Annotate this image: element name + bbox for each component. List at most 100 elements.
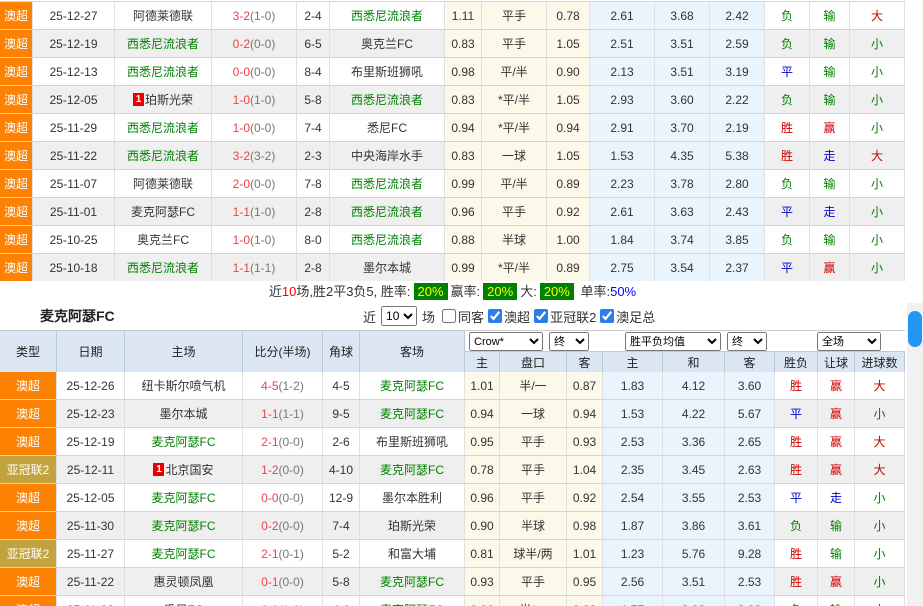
home-team-name: 墨尔本城	[159, 405, 207, 422]
avg-away-odds: 2.42	[710, 2, 765, 29]
filter-controls: 近 10 场 同客澳超亚冠联2澳足总	[363, 302, 655, 330]
avg-home-odds: 2.91	[590, 114, 655, 141]
checkbox-same-away[interactable]	[442, 309, 456, 323]
corner-cell: 2-6	[323, 428, 360, 455]
match-date: 25-11-22	[33, 142, 115, 169]
avg-home-odds: 1.83	[603, 372, 663, 399]
match-date: 25-12-05	[57, 484, 125, 511]
handicap-line: 平手	[482, 2, 547, 29]
handicap-away-odds: 0.92	[547, 198, 590, 225]
avg-draw-odds: 3.51	[655, 58, 710, 85]
home-team-cell: 西悉尼流浪者	[115, 254, 212, 281]
handicap-home-odds: 0.96	[465, 596, 500, 606]
fulltime-score: 0-0	[233, 65, 250, 79]
avg-type-select[interactable]: 胜平负均值	[625, 332, 721, 351]
scrollbar-thumb[interactable]	[908, 311, 922, 347]
checkbox-acl2[interactable]	[534, 309, 548, 323]
result-outcome: 胜	[775, 540, 818, 567]
away-team-name: 墨尔本城	[363, 259, 411, 276]
match-row: 澳超25-12-23墨尔本城1-1(1-1)9-5麦克阿瑟FC0.94一球0.9…	[0, 400, 905, 428]
handicap-home-odds: 0.83	[445, 86, 482, 113]
avg-home-odds: 1.77	[603, 596, 663, 606]
corner-cell: 7-4	[323, 512, 360, 539]
handicap-line: 半球	[500, 512, 567, 539]
column-header-5: 角球	[323, 331, 360, 373]
home-team-name: 麦克阿瑟FC	[152, 545, 216, 562]
avg-draw-odds: 3.55	[663, 484, 725, 511]
handicap-line: *平/半	[482, 114, 547, 141]
corner-cell: 4-5	[323, 372, 360, 399]
subcolumn-header-9: 进球数	[855, 352, 905, 373]
result-outcome: 负	[765, 170, 810, 197]
league-tag: 澳超	[0, 30, 33, 57]
avg-away-odds: 3.93	[725, 596, 775, 606]
away-team-name: 奥克兰FC	[361, 35, 413, 52]
match-row: 澳超25-11-29西悉尼流浪者1-0(0-0)7-4悉尼FC0.94*平/半0…	[0, 114, 905, 142]
home-team-cell: 悉尼FC	[125, 596, 243, 606]
away-team-cell: 西悉尼流浪者	[330, 86, 445, 113]
checkbox-aus-cup[interactable]	[600, 309, 614, 323]
red-card-badge: 1	[133, 93, 144, 106]
avg-home-odds: 2.75	[590, 254, 655, 281]
recent-count-select[interactable]: 10	[381, 306, 417, 326]
avg-home-odds: 2.56	[603, 568, 663, 595]
handicap-away-odds: 0.95	[567, 568, 603, 595]
match-row: 澳超25-10-25奥克兰FC1-0(1-0)8-0西悉尼流浪者0.88半球1.…	[0, 226, 905, 254]
match-date: 25-11-27	[57, 540, 125, 567]
result-handicap: 走	[818, 484, 855, 511]
result-handicap: 走	[810, 198, 850, 225]
checkbox-a-league[interactable]	[488, 309, 502, 323]
scrollbar-track[interactable]	[907, 303, 923, 606]
fulltime-score: 4-5	[261, 379, 278, 393]
checkbox-item-acl2: 亚冠联2	[534, 307, 596, 326]
checkbox-label-same-away: 同客	[458, 307, 484, 326]
result-outcome: 胜	[775, 372, 818, 399]
match-scope-select[interactable]: 全场	[817, 332, 881, 351]
avg-draw-odds: 3.98	[663, 596, 725, 606]
home-team-cell: 纽卡斯尔喷气机	[125, 372, 243, 399]
halftime-score: (1-0)	[250, 205, 275, 219]
halftime-score: (0-1)	[279, 547, 304, 561]
corner-cell: 7-8	[297, 170, 330, 197]
handicap-away-odds: 0.92	[567, 596, 603, 606]
league-tag: 澳超	[0, 568, 57, 595]
halftime-score: (0-0)	[250, 37, 275, 51]
score-cell: 1-1(1-1)	[212, 254, 297, 281]
fulltime-score: 1-1	[233, 205, 250, 219]
score-cell: 1-0(1-0)	[212, 86, 297, 113]
final-odds-select-1[interactable]: 终	[549, 332, 589, 351]
match-row: 澳超25-12-13西悉尼流浪者0-0(0-0)8-4布里斯班狮吼0.98平/半…	[0, 58, 905, 86]
halftime-score: (0-0)	[250, 65, 275, 79]
league-tag: 澳超	[0, 428, 57, 455]
handicap-home-odds: 0.96	[445, 198, 482, 225]
subcolumn-header-8: 让球	[818, 352, 855, 373]
handicap-line: 球半/两	[500, 540, 567, 567]
away-team-cell: 麦克阿瑟FC	[360, 568, 465, 595]
avg-draw-odds: 4.22	[663, 400, 725, 427]
match-row: 澳超25-11-08悉尼FC2-0(0-0)4-6麦克阿瑟FC0.96半/一0.…	[0, 596, 905, 606]
summary-text: 近	[269, 284, 282, 299]
halftime-score: (1-0)	[250, 233, 275, 247]
result-goals: 小	[850, 30, 905, 57]
league-tag: 澳超	[0, 198, 33, 225]
final-odds-select-2[interactable]: 终	[727, 332, 767, 351]
handicap-line: 平手	[500, 568, 567, 595]
home-team-cell: 1珀斯光荣	[115, 86, 212, 113]
halftime-score: (3-2)	[250, 149, 275, 163]
match-row: 澳超25-12-27阿德莱德联3-2(1-0)2-4西悉尼流浪者1.11平手0.…	[0, 2, 905, 30]
match-date: 25-11-08	[57, 596, 125, 606]
home-team-cell: 阿德莱德联	[115, 170, 212, 197]
result-outcome: 平	[775, 400, 818, 427]
subcolumn-header-1: 主	[465, 352, 500, 373]
match-date: 25-12-19	[33, 30, 115, 57]
score-cell: 1-1(1-0)	[212, 198, 297, 225]
away-team-cell: 麦克阿瑟FC	[360, 372, 465, 399]
avg-draw-odds: 3.51	[663, 568, 725, 595]
avg-draw-odds: 3.78	[655, 170, 710, 197]
league-tag: 澳超	[0, 142, 33, 169]
match-row: 澳超25-12-19西悉尼流浪者0-2(0-0)6-5奥克兰FC0.83平手1.…	[0, 30, 905, 58]
handicap-line: 平/半	[482, 170, 547, 197]
away-team-cell: 西悉尼流浪者	[330, 226, 445, 253]
corner-cell: 2-8	[297, 198, 330, 225]
bookmaker-select[interactable]: Crow*	[469, 332, 543, 351]
